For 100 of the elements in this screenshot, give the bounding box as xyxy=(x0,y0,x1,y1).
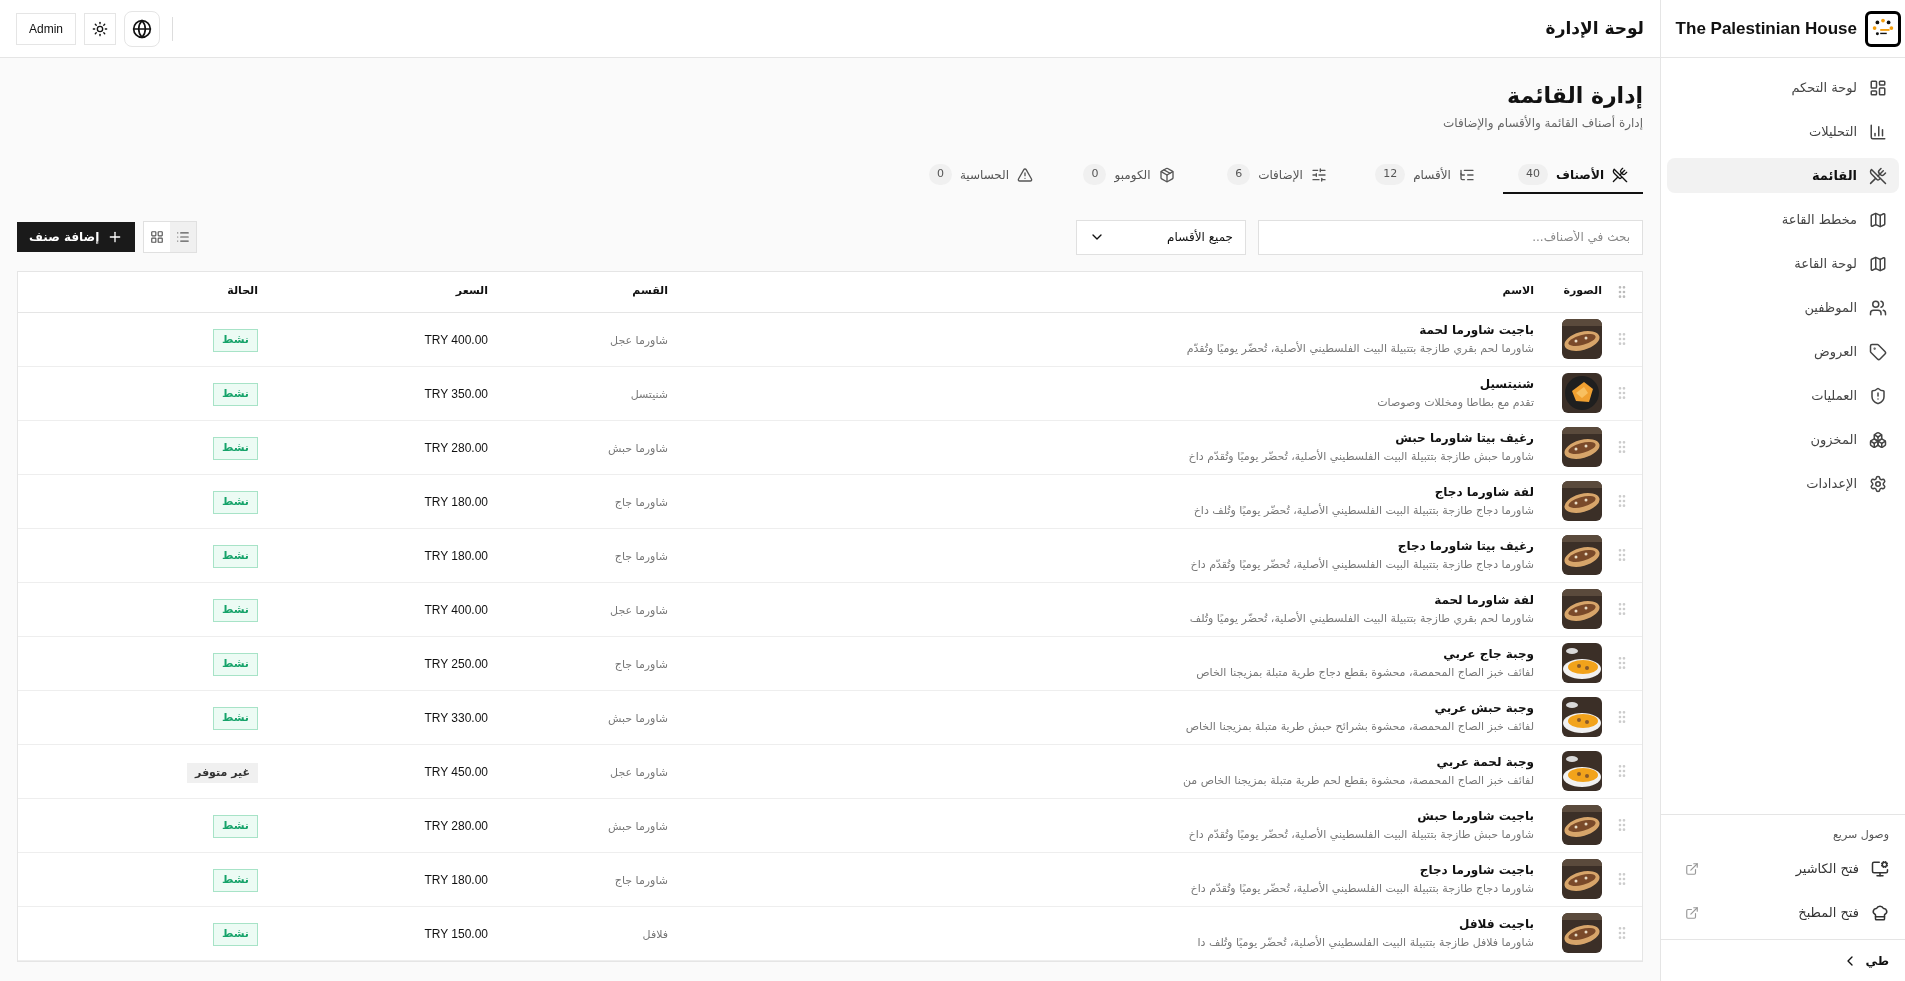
item-description: شاورما لحم بقري طازجة بتتبيلة البيت الفلسطيني الأصلية، تُحضّر يوميًا وتُقدّم xyxy=(1185,340,1534,357)
status-badge: نشط xyxy=(212,545,258,568)
status-badge: نشط xyxy=(212,653,258,676)
column-header: الصورة xyxy=(1563,284,1602,298)
sidebar-item[interactable]: مخطط القاعة xyxy=(1667,202,1899,237)
item-name: لفة شاورما دجاج xyxy=(1433,483,1534,501)
item-name: رغيف بيتا شاورما حبش xyxy=(1394,429,1534,447)
table-cell: TRY 180.00 xyxy=(424,495,488,509)
collapse-button[interactable]: طي xyxy=(1841,951,1889,970)
search-field[interactable]: بحث في الأصناف... xyxy=(1258,219,1643,255)
status-badge: نشط xyxy=(212,815,258,838)
item-description: شاورما دجاج طازجة بتتبيلة البيت الفلسطيني الأصلية، تُحضّر يوميًا وتُلف داخ xyxy=(1192,502,1534,519)
quick-link[interactable]: فتح الكاشير xyxy=(1673,851,1893,887)
table-cell: TRY 330.00 xyxy=(424,711,488,725)
count-badge: 6 xyxy=(1227,164,1251,185)
item-name: وجبة لحمة عربي xyxy=(1435,753,1534,771)
table-cell: شاورما عجل xyxy=(610,604,668,617)
page-title: إدارة القائمة xyxy=(1506,82,1643,110)
sliders-icon xyxy=(1310,166,1327,183)
status-badge: غير متوفر xyxy=(187,762,258,784)
boxes-icon xyxy=(1869,430,1887,449)
sidebar-item[interactable]: القائمة xyxy=(1667,158,1899,193)
theme-button[interactable] xyxy=(84,12,116,45)
status-badge: نشط xyxy=(212,923,258,946)
quick-link[interactable]: فتح المطبخ xyxy=(1673,895,1893,931)
column-header: الحالة xyxy=(227,284,258,298)
sidebar-item[interactable]: الموظفين xyxy=(1667,290,1899,325)
globe-icon xyxy=(132,18,152,39)
status-badge: نشط xyxy=(212,869,258,892)
column-header: الاسم xyxy=(1502,284,1534,298)
item-description: شاورما دجاج طازجة بتتبيلة البيت الفلسطيني الأصلية، تُحضّر يوميًا وتُقدّم داخ xyxy=(1189,556,1534,573)
table-cell: TRY 350.00 xyxy=(424,387,488,401)
table-cell: شاورما حبش xyxy=(607,712,668,725)
users-icon xyxy=(1869,298,1887,317)
item-name: باجيت شاورما لحمة xyxy=(1418,321,1534,339)
sidebar-item[interactable]: العروض xyxy=(1667,334,1899,369)
item-description: لفائف خبز الصاج المحمصة، محشوة بقطع لحم طرية متبلة بمزيجنا الخاص من xyxy=(1181,772,1534,789)
item-name: لفة شاورما لحمة xyxy=(1433,591,1534,609)
sidebar-item[interactable]: لوحة التحكم xyxy=(1667,70,1899,105)
status-badge: نشط xyxy=(212,599,258,622)
table-cell: TRY 400.00 xyxy=(424,333,488,347)
table-cell: TRY 180.00 xyxy=(424,873,488,887)
dashboard-icon xyxy=(1869,78,1887,97)
sidebar-item[interactable]: التحليلات xyxy=(1667,114,1899,149)
monitor-icon xyxy=(1871,860,1889,878)
category-select[interactable]: جميع الأقسام xyxy=(1076,219,1246,255)
map-icon xyxy=(1869,210,1887,229)
view-button[interactable] xyxy=(170,222,197,252)
item-description: لفائف خبز الصاج المحمصة، محشوة بقطع دجاج طرية متبلة بمزيجنا الخاص xyxy=(1195,664,1534,681)
item-name: رغيف بيتا شاورما دجاج xyxy=(1396,537,1534,555)
column-header: السعر xyxy=(455,284,488,298)
table-cell: TRY 180.00 xyxy=(424,549,488,563)
table-cell: شاورما عجل xyxy=(610,334,668,347)
status-badge: نشط xyxy=(212,383,258,406)
logo-icon xyxy=(1865,10,1901,47)
bar-chart-icon xyxy=(1869,122,1887,141)
count-badge: 0 xyxy=(928,164,952,185)
grid-icon xyxy=(150,230,165,244)
status-badge: نشط xyxy=(212,329,258,352)
add-item-button[interactable]: إضافة صنف xyxy=(17,222,136,252)
item-description: تقدم مع بطاطا ومخللات وصوصات xyxy=(1376,394,1534,411)
count-badge: 40 xyxy=(1518,164,1548,185)
sidebar-item[interactable]: المخزون xyxy=(1667,422,1899,457)
table-cell: TRY 280.00 xyxy=(424,441,488,455)
table-cell: فلافل xyxy=(642,928,668,941)
user-button[interactable]: Admin xyxy=(16,12,76,45)
external-link-icon xyxy=(1685,906,1699,920)
page-subtitle: إدارة أصناف القائمة والأقسام والإضافات xyxy=(1441,114,1643,132)
table-cell: شاورما عجل xyxy=(610,766,668,779)
item-name: وجبة جاج عربي xyxy=(1442,645,1534,663)
item-name: شنيتسيل xyxy=(1478,375,1534,393)
sidebar-item[interactable]: لوحة القاعة xyxy=(1667,246,1899,281)
utensils-icon xyxy=(1612,166,1628,183)
external-link-icon xyxy=(1685,862,1699,876)
table-cell: TRY 280.00 xyxy=(424,819,488,833)
item-name: باجيت فلافل xyxy=(1458,915,1534,933)
item-name: باجيت شاورما حبش xyxy=(1416,807,1534,825)
item-description: شاورما حبش طازجة بتتبيلة البيت الفلسطيني الأصلية، تُحضّر يوميًا وتُقدّم داخ xyxy=(1187,826,1534,843)
item-description: لفائف خبز الصاج المحمصة، محشوة بشرائح حبش طرية متبلة بمزيجنا الخاص xyxy=(1184,718,1534,735)
map-icon xyxy=(1869,254,1887,273)
table-cell: TRY 150.00 xyxy=(424,927,488,941)
sidebar-item[interactable]: العمليات xyxy=(1667,378,1899,413)
section-heading: وصول سريع xyxy=(1831,826,1890,843)
table-cell: TRY 250.00 xyxy=(424,657,488,671)
column-header: القسم xyxy=(632,284,668,298)
sidebar-item[interactable]: الإعدادات xyxy=(1667,466,1899,501)
sun-icon xyxy=(92,20,108,37)
status-badge: نشط xyxy=(212,491,258,514)
item-name: وجبة حبش عربي xyxy=(1433,699,1534,717)
table-cell: TRY 400.00 xyxy=(424,603,488,617)
item-name: باجيت شاورما دجاج xyxy=(1418,861,1534,879)
table-cell: شنيتسل xyxy=(630,388,668,401)
table-cell: شاورما جاج xyxy=(614,874,668,887)
status-badge: نشط xyxy=(212,437,258,460)
status-badge: نشط xyxy=(212,707,258,730)
brand-name: The Palestinian House xyxy=(1675,17,1857,40)
chef-hat-icon xyxy=(1871,904,1889,922)
language-button[interactable] xyxy=(124,10,160,47)
shield-alert-icon xyxy=(1869,386,1887,405)
list-icon xyxy=(176,230,191,244)
